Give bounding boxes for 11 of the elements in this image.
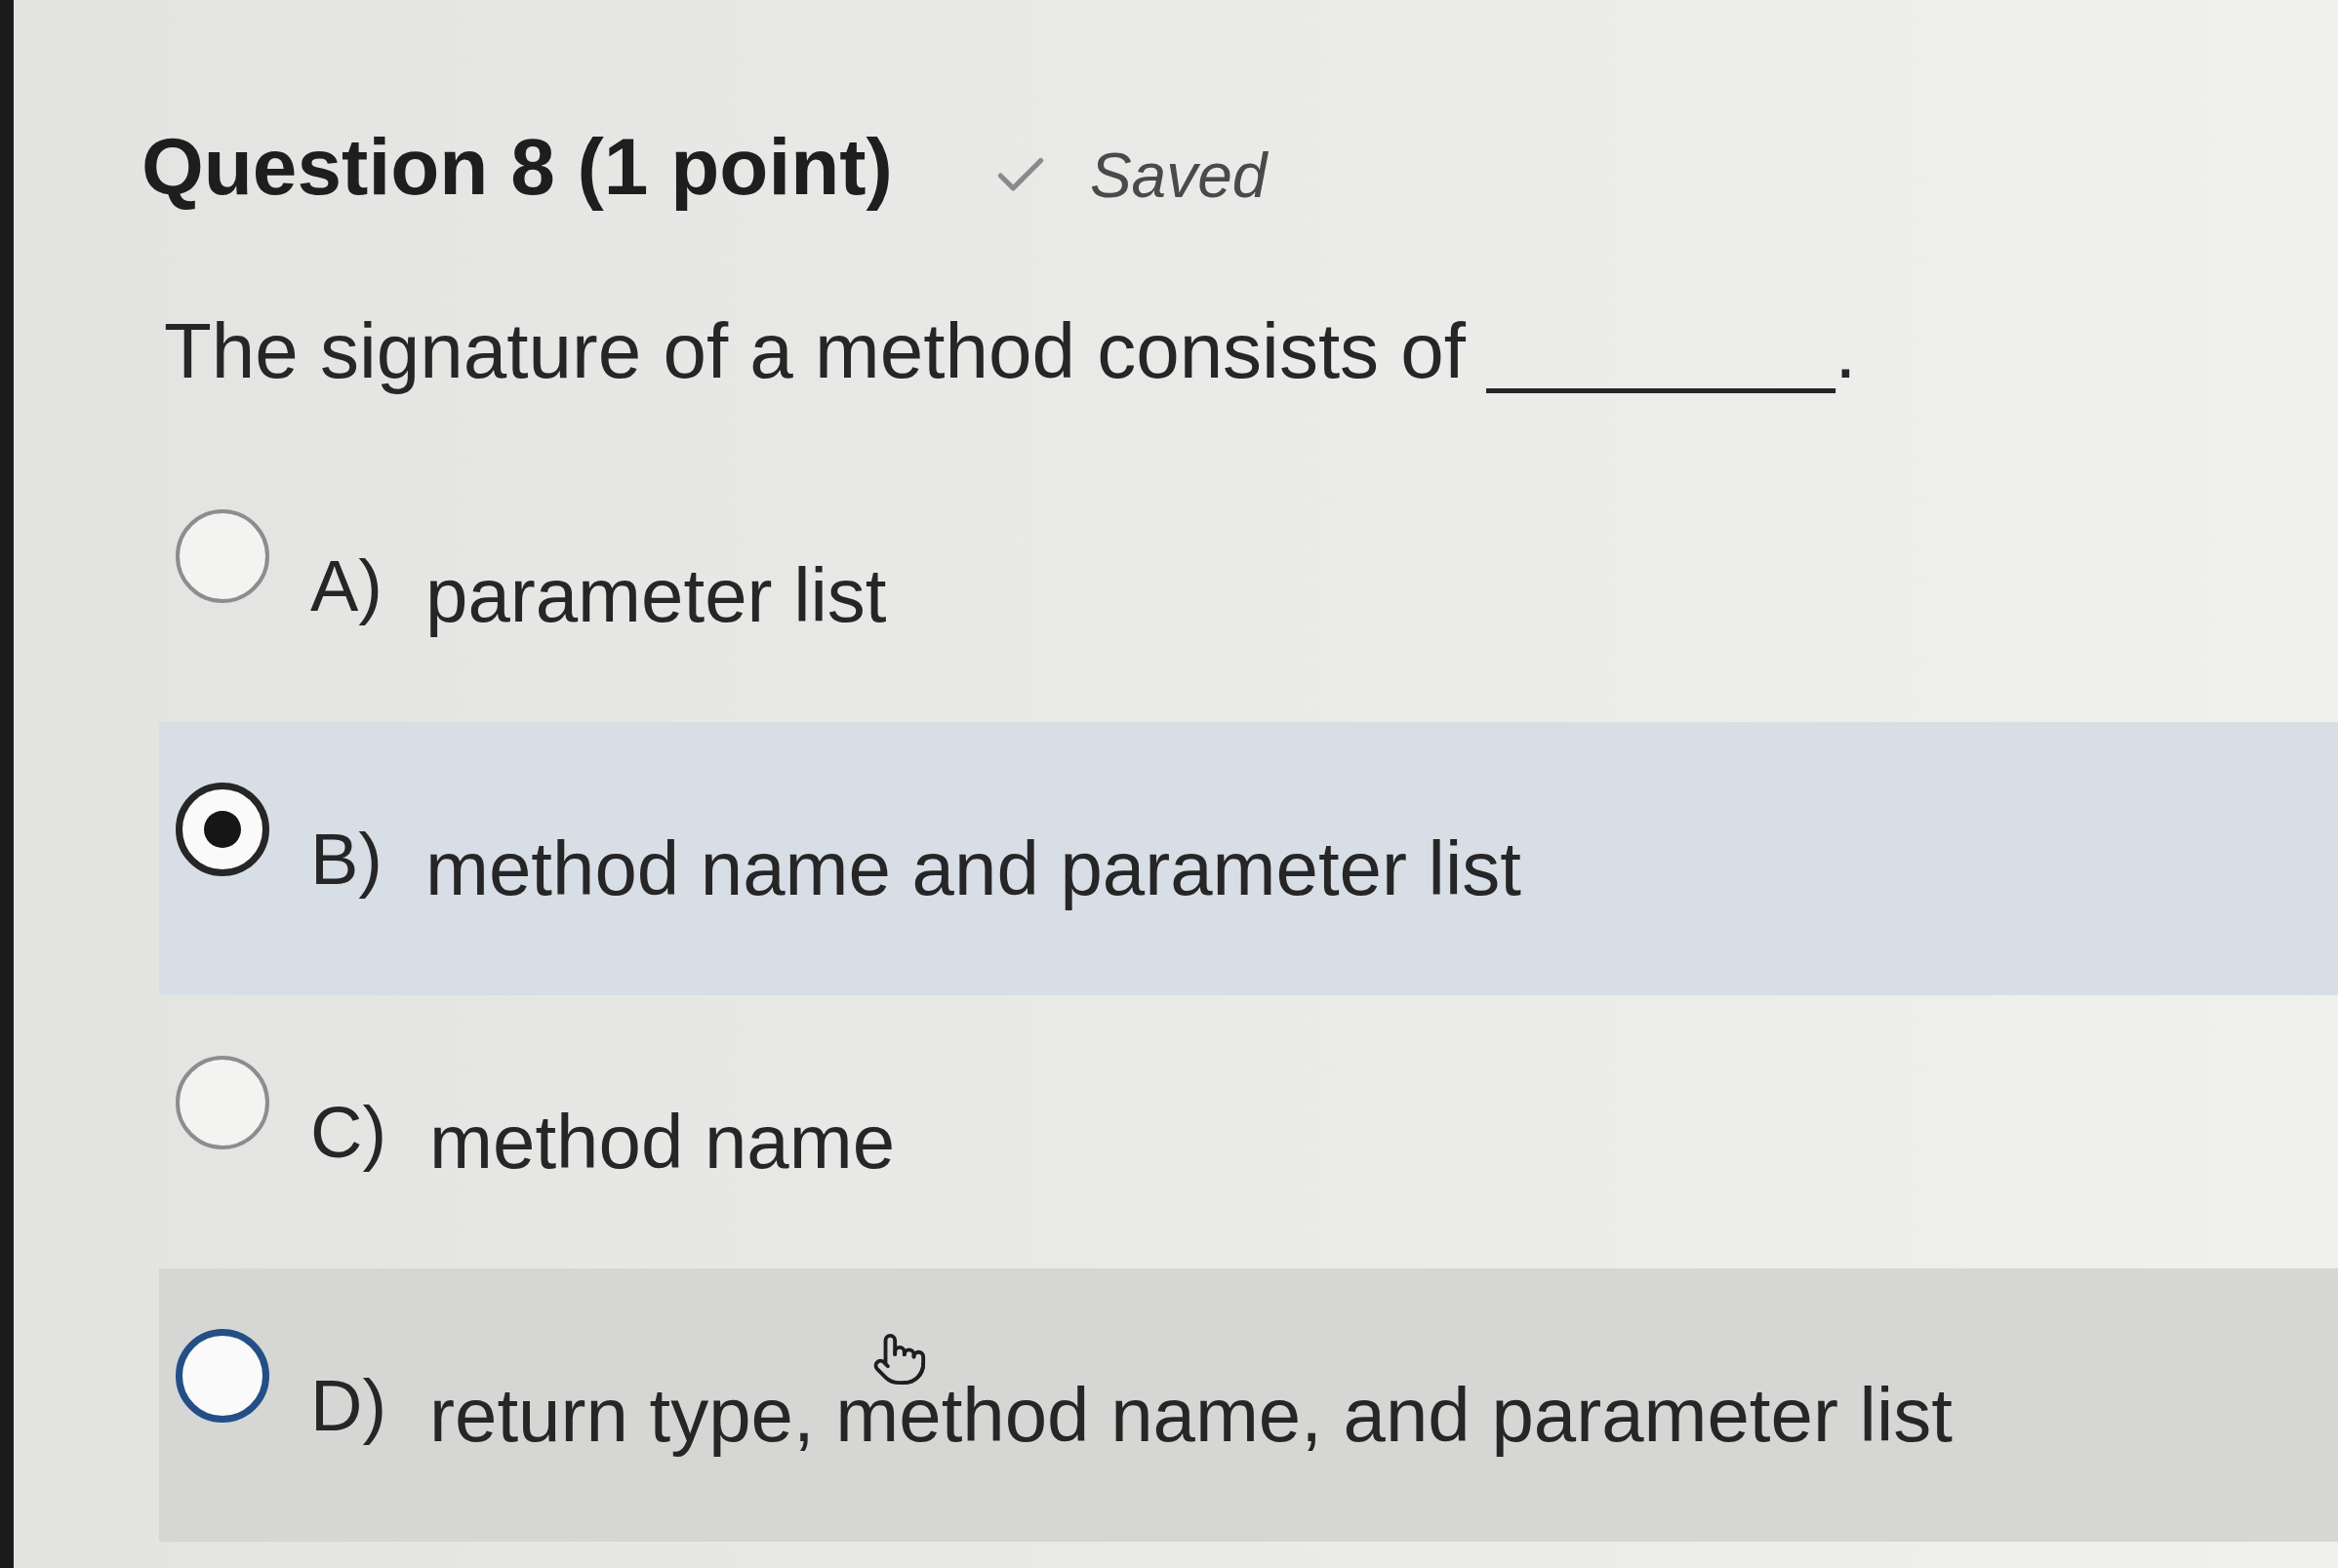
saved-status: Saved: [1089, 140, 1268, 213]
option-text: method name: [429, 1097, 896, 1186]
option-letter: D): [310, 1363, 387, 1447]
option-text: parameter list: [425, 550, 887, 640]
option-letter: A): [310, 543, 383, 627]
question-title: Question 8 (1 point): [141, 121, 893, 213]
option-text: method name and parameter list: [425, 824, 1521, 913]
question-prompt: The signature of a method consists of ________.: [164, 306, 1858, 397]
option-letter: C): [310, 1090, 387, 1174]
option-text: return type, method name, and parameter list: [429, 1370, 1953, 1460]
option-letter: B): [310, 817, 383, 901]
